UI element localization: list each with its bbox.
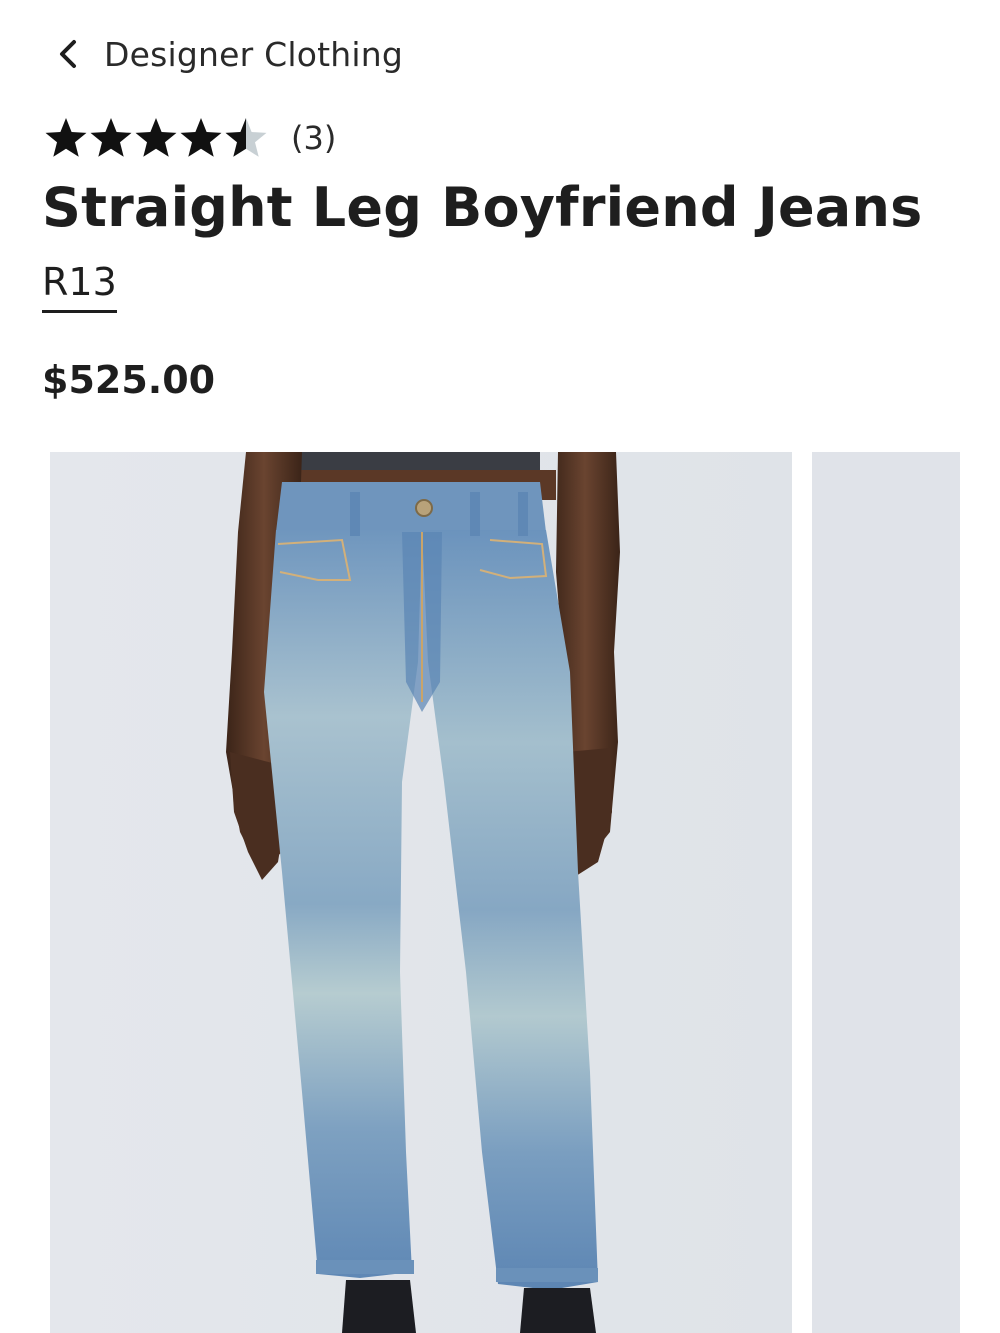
star-filled-icon [180,118,222,157]
image-gallery[interactable] [50,452,1000,1333]
star-filled-icon [45,118,87,157]
product-image-main[interactable] [50,452,792,1333]
rating-count: (3) [291,119,337,157]
star-half-icon [225,118,267,157]
star-filled-icon [135,118,177,157]
product-title: Straight Leg Boyfriend Jeans [42,176,923,239]
product-price: $525.00 [42,358,216,402]
back-link-label: Designer Clothing [104,34,403,74]
rating-stars [44,117,269,159]
chevron-left-icon [60,40,76,68]
brand-link[interactable]: R13 [42,261,117,313]
rating[interactable]: (3) [44,114,336,162]
star-filled-icon [90,118,132,157]
back-link[interactable]: Designer Clothing [52,30,403,78]
jeans-illustration [50,452,792,1333]
product-image-next[interactable] [812,452,960,1333]
